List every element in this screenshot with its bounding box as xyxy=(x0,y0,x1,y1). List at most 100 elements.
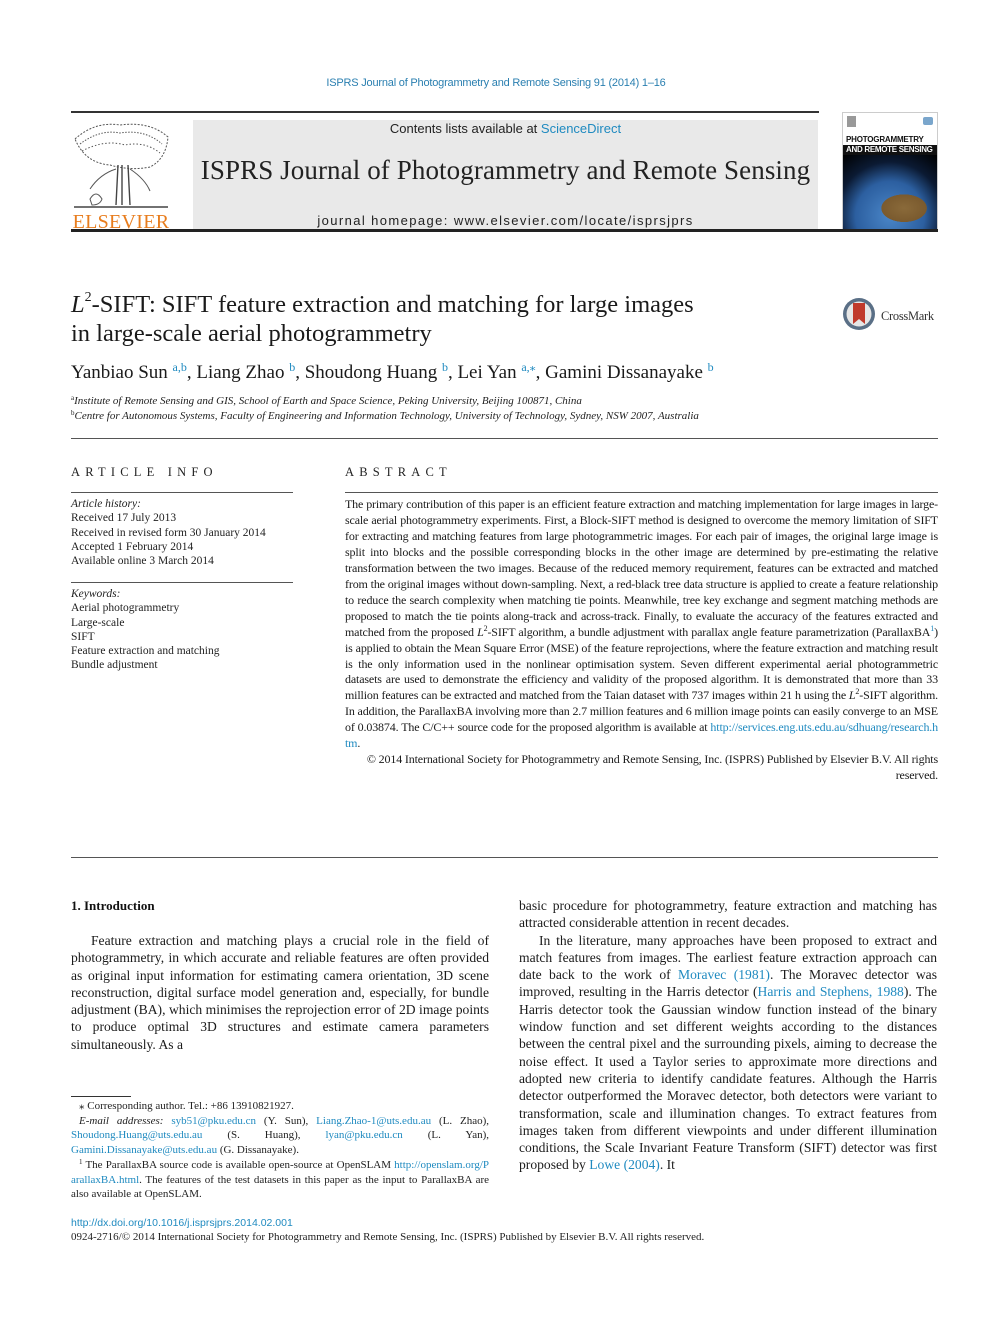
email-owner: (Y. Sun), xyxy=(256,1114,317,1127)
email-owner: (L. Yan), xyxy=(402,1129,489,1142)
email-addresses: E-mail addresses: syb51@pku.edu.cn (Y. S… xyxy=(71,1114,489,1158)
author-separator: , xyxy=(535,362,546,383)
doi-link[interactable]: http://dx.doi.org/10.1016/j.isprsjprs.20… xyxy=(71,1217,293,1229)
email-link[interactable]: Liang.Zhao-1@uts.edu.au xyxy=(316,1115,431,1127)
keywords: Keywords: Aerial photogrammetry Large-sc… xyxy=(71,587,296,673)
author-affiliation-mark[interactable]: b xyxy=(708,360,714,374)
history-item: Received in revised form 30 January 2014 xyxy=(71,526,266,539)
author-separator: , xyxy=(186,362,197,383)
email-label: E-mail addresses: xyxy=(79,1114,172,1127)
abstract-text: The primary contribution of this paper i… xyxy=(345,497,938,784)
author-name[interactable]: Lei Yan xyxy=(457,362,516,383)
keyword-item: Feature extraction and matching xyxy=(71,645,220,658)
affiliation-b: bCentre for Autonomous Systems, Faculty … xyxy=(71,410,699,423)
author[interactable]: Gamini Dissanayake b xyxy=(545,360,714,383)
author-name[interactable]: Shoudong Huang xyxy=(305,362,437,383)
journal-cover-image[interactable]: PHOTOGRAMMETRY AND REMOTE SENSING xyxy=(842,112,938,230)
title-superscript: 2 xyxy=(84,290,92,305)
title-line2: in large-scale aerial photogrammetry xyxy=(71,320,432,347)
text-segment: . It xyxy=(659,1157,675,1173)
crossmark-icon xyxy=(843,298,875,330)
email-link[interactable]: syb51@pku.edu.cn xyxy=(171,1115,256,1127)
abstract-segment: . xyxy=(357,736,361,751)
article-title: L2-SIFT: SIFT feature extraction and mat… xyxy=(71,290,771,348)
crossmark-badge[interactable]: CrossMark xyxy=(842,297,942,333)
email-owner: (S. Huang), xyxy=(202,1129,326,1142)
citation-harris[interactable]: Harris and Stephens, 1988 xyxy=(758,984,904,999)
contents-line: Contents lists available at ScienceDirec… xyxy=(193,121,818,136)
contents-prefix: Contents lists available at xyxy=(389,121,541,136)
author[interactable]: Shoudong Huang b, xyxy=(305,361,458,383)
history-item: Received 17 July 2013 xyxy=(71,512,177,525)
body-paragraph: Feature extraction and matching plays a … xyxy=(71,933,489,1052)
divider xyxy=(71,492,293,493)
citation-lowe[interactable]: Lowe (2004) xyxy=(589,1157,660,1172)
email-owner: (G. Dissanayake). xyxy=(217,1144,299,1157)
affiliation-a: aInstitute of Remote Sensing and GIS, Sc… xyxy=(71,395,582,408)
title-line1: -SIFT: SIFT feature extraction and match… xyxy=(91,291,694,318)
section-heading-introduction: 1. Introduction xyxy=(71,898,155,913)
keyword-item: Large-scale xyxy=(71,616,125,629)
author[interactable]: Yanbiao Sun a,b, xyxy=(71,360,197,383)
article-history: Article history: Received 17 July 2013 R… xyxy=(71,497,296,568)
article-history-label: Article history: xyxy=(71,498,141,510)
author-affiliation-mark[interactable]: a,b xyxy=(173,360,187,374)
abstract-segment: The primary contribution of this paper i… xyxy=(345,497,938,639)
text-segment: ). The Harris detector took the Gaussian… xyxy=(519,984,937,1173)
cover-elsevier-icon xyxy=(847,116,856,127)
divider xyxy=(71,857,938,858)
cover-title-line1: PHOTOGRAMMETRY xyxy=(846,135,924,144)
author-list: Yanbiao Sun a,b, Liang Zhao b, Shoudong … xyxy=(71,360,714,384)
body-column-right: basic procedure for photogrammetry, feat… xyxy=(519,897,937,1174)
header-top-rule xyxy=(71,111,819,113)
keywords-label: Keywords: xyxy=(71,588,121,600)
issn-copyright: 0924-2716/© 2014 International Society f… xyxy=(71,1231,705,1243)
history-item: Accepted 1 February 2014 xyxy=(71,540,194,553)
crossmark-label: CrossMark xyxy=(881,309,934,323)
cover-earth-image xyxy=(843,155,937,229)
citation-moravec[interactable]: Moravec (1981) xyxy=(678,967,770,982)
divider xyxy=(345,492,938,493)
abstract-segment: -SIFT algorithm, a bundle adjustment wit… xyxy=(487,624,931,639)
email-link[interactable]: Gamini.Dissanayake@uts.edu.au xyxy=(71,1144,217,1156)
cover-top xyxy=(843,113,937,135)
affiliation-text: Institute of Remote Sensing and GIS, Sch… xyxy=(74,395,582,407)
cover-title-line2: AND REMOTE SENSING xyxy=(843,145,937,155)
elsevier-tree-icon xyxy=(74,123,169,208)
author-name[interactable]: Liang Zhao xyxy=(196,362,284,383)
abstract-heading: ABSTRACT xyxy=(345,465,452,479)
elsevier-logo[interactable]: ELSEVIER xyxy=(70,119,172,234)
body-paragraph: In the literature, many approaches have … xyxy=(519,932,937,1174)
keyword-item: SIFT xyxy=(71,630,95,643)
article-info-heading: ARTICLE INFO xyxy=(71,465,218,479)
footnote-text: The ParallaxBA source code is available … xyxy=(82,1158,395,1171)
body-column-left: Feature extraction and matching plays a … xyxy=(71,932,489,1053)
sciencedirect-link[interactable]: ScienceDirect xyxy=(541,121,621,136)
title-l-italic: L xyxy=(71,291,85,318)
footnote-1: 1 The ParallaxBA source code is availabl… xyxy=(71,1158,489,1202)
journal-title: ISPRS Journal of Photogrammetry and Remo… xyxy=(200,155,811,185)
journal-header-band: Contents lists available at ScienceDirec… xyxy=(193,120,818,230)
footnotes: ⁎ Corresponding author. Tel.: +86 139108… xyxy=(71,1099,489,1202)
divider xyxy=(71,582,293,583)
email-owner: (L. Zhao), xyxy=(431,1114,489,1127)
header-bottom-rule xyxy=(71,229,938,232)
author-name[interactable]: Gamini Dissanayake xyxy=(545,362,703,383)
keyword-item: Bundle adjustment xyxy=(71,659,158,672)
author-name[interactable]: Yanbiao Sun xyxy=(71,362,168,383)
cover-isprs-icon xyxy=(923,117,933,125)
running-head[interactable]: ISPRS Journal of Photogrammetry and Remo… xyxy=(0,77,992,89)
author[interactable]: Liang Zhao b, xyxy=(196,361,305,383)
divider xyxy=(71,438,938,439)
author[interactable]: Lei Yan a,⁎, xyxy=(457,360,546,383)
body-paragraph: basic procedure for photogrammetry, feat… xyxy=(519,898,937,931)
email-link[interactable]: lyan@pku.edu.cn xyxy=(325,1129,402,1141)
author-affiliation-mark[interactable]: a,⁎ xyxy=(521,360,535,374)
author-separator: , xyxy=(295,362,305,383)
history-item: Available online 3 March 2014 xyxy=(71,555,214,568)
corresponding-author-note: ⁎ Corresponding author. Tel.: +86 139108… xyxy=(79,1100,294,1112)
journal-homepage[interactable]: journal homepage: www.elsevier.com/locat… xyxy=(193,213,818,228)
keyword-item: Aerial photogrammetry xyxy=(71,602,180,615)
email-link[interactable]: Shoudong.Huang@uts.edu.au xyxy=(71,1129,202,1141)
affiliation-text: Centre for Autonomous Systems, Faculty o… xyxy=(74,410,699,422)
